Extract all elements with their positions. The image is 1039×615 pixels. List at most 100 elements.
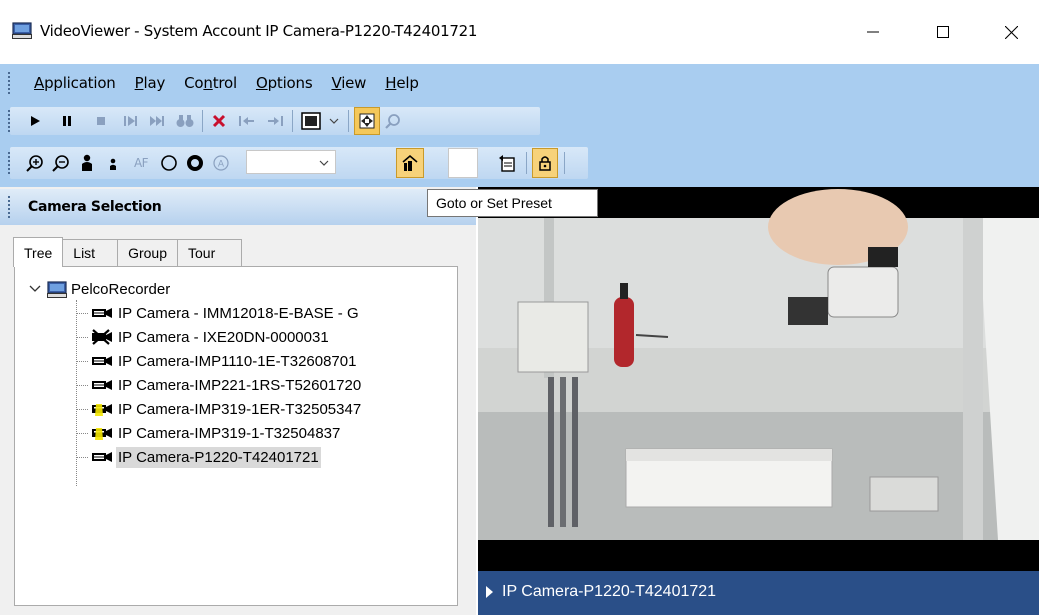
menubar-grip[interactable] [8,72,11,94]
menu-view[interactable]: View [323,70,374,94]
tree-connector [76,336,88,338]
mark-out-button[interactable] [264,107,286,135]
expand-view-icon [359,113,375,129]
close-button[interactable] [988,14,1034,50]
camera-icon [92,380,112,390]
mark-out-icon [268,116,283,126]
delete-x-icon [212,114,226,128]
menu-toolbar-area: Application Play Control Options View He… [0,64,1039,187]
stop-icon [97,117,105,125]
display-layout-dropdown[interactable] [326,107,342,135]
display-layout-button[interactable] [298,107,324,135]
camera-feed-image [478,187,1039,571]
lock-icon [539,156,551,171]
pause-button[interactable] [56,107,78,135]
tree-item-camera-selected[interactable]: IP Camera-P1220-T42401721 [76,445,321,469]
menu-play[interactable]: Play [127,70,174,94]
auto-focus-button[interactable]: AF [128,149,154,177]
camera-offline-icon [92,329,112,345]
search-binoculars-button[interactable] [174,107,196,135]
magnifier-icon [385,114,400,129]
play-button[interactable] [24,107,46,135]
toolbar-separator [526,152,527,174]
tree-item-camera[interactable]: IP Camera-IMP319-1-T32504837 [76,421,342,445]
maximize-icon [937,26,949,38]
tree-connector [76,360,88,362]
mark-in-button[interactable] [236,107,258,135]
chevron-down-icon[interactable] [29,284,43,294]
digital-zoom-button[interactable] [382,107,404,135]
tree-root-label: PelcoRecorder [71,280,171,298]
zoom-in-button[interactable] [24,149,46,177]
goto-set-preset-button[interactable] [396,148,424,178]
zoom-in-icon [26,155,43,172]
pause-icon [63,116,71,126]
tree-item-label: IP Camera - IXE20DN-0000031 [118,328,329,346]
tab-tour[interactable]: Tour [177,239,243,267]
tree-item-camera[interactable]: IP Camera - IMM12018-E-BASE - G [76,301,361,325]
ptz-toolbar: AF A [10,147,588,179]
tree-item-label: IP Camera-IMP319-1-T32504837 [118,424,341,442]
minimize-button[interactable] [850,14,896,50]
tree-item-label: IP Camera-P1220-T42401721 [116,446,321,468]
maximize-button[interactable] [920,14,966,50]
auto-focus-label: AF [133,156,149,170]
menu-bar: Application Play Control Options View He… [26,70,427,94]
tab-group[interactable]: Group [117,239,178,267]
menu-help[interactable]: Help [377,70,426,94]
tree-item-camera[interactable]: IP Camera-IMP319-1ER-T32505347 [76,397,363,421]
tree-connector [76,384,88,386]
tree-item-camera[interactable]: IP Camera - IXE20DN-0000031 [76,325,331,349]
step-button[interactable] [120,107,142,135]
camera-selection-panel: Camera Selection Tree List Group Tour Pe… [0,187,476,615]
camera-icon [92,452,112,462]
chevron-down-icon [329,118,339,124]
auto-iris-button[interactable]: A [210,149,232,177]
focus-far-button[interactable] [102,149,124,177]
tree-connector [76,408,88,410]
tree-item-label: IP Camera-IMP1110-1E-T32608701 [118,352,357,370]
tab-tree[interactable]: Tree [13,237,64,267]
person-small-icon [110,158,116,170]
iris-open-button[interactable] [158,149,180,177]
tree-item-camera[interactable]: IP Camera-IMP1110-1E-T32608701 [76,349,358,373]
preset-select[interactable] [246,150,336,174]
tab-list[interactable]: List [62,239,119,267]
delete-button[interactable] [208,107,230,135]
full-view-button[interactable] [354,107,380,135]
menu-options[interactable]: Options [248,70,320,94]
tree-item-camera[interactable]: IP Camera-IMP221-1RS-T52601720 [76,373,363,397]
ptz-lock-button[interactable] [532,148,558,178]
video-caption-bar: IP Camera-P1220-T42401721 [478,571,1039,615]
caption-arrow-icon [486,586,493,598]
focus-near-button[interactable] [76,149,98,177]
step-icon [124,116,137,126]
ring-closed-icon [187,155,203,171]
pattern-button[interactable] [496,149,518,177]
tree-root-node[interactable]: PelcoRecorder [29,279,170,299]
iris-close-button[interactable] [184,149,206,177]
camera-tree: PelcoRecorder IP Camera - IMM12018-E-BAS… [14,266,458,606]
zoom-out-icon [52,155,69,172]
fast-forward-button[interactable] [146,107,168,135]
camera-warning-icon [92,404,112,416]
title-bar: VideoViewer - System Account IP Camera-P… [0,0,1039,64]
tree-item-label: IP Camera - IMM12018-E-BASE - G [118,304,359,322]
play-icon [31,116,40,126]
menu-application[interactable]: Application [26,70,124,94]
panel-tabs: Tree List Group Tour [13,237,243,267]
menu-control[interactable]: Control [176,70,245,94]
panel-grip[interactable] [8,196,11,218]
camera-icon [92,308,112,318]
video-viewport[interactable] [478,187,1039,615]
toolbar-separator [292,110,293,132]
preset-number-input[interactable] [448,148,478,178]
panel-title-bar: Camera Selection [0,189,476,225]
toolbar-separator [564,152,565,174]
zoom-out-button[interactable] [50,149,72,177]
stop-button[interactable] [90,107,112,135]
person-large-icon [82,154,92,171]
tree-connector [76,456,88,458]
camera-icon [92,356,112,366]
fast-forward-icon [150,116,164,126]
